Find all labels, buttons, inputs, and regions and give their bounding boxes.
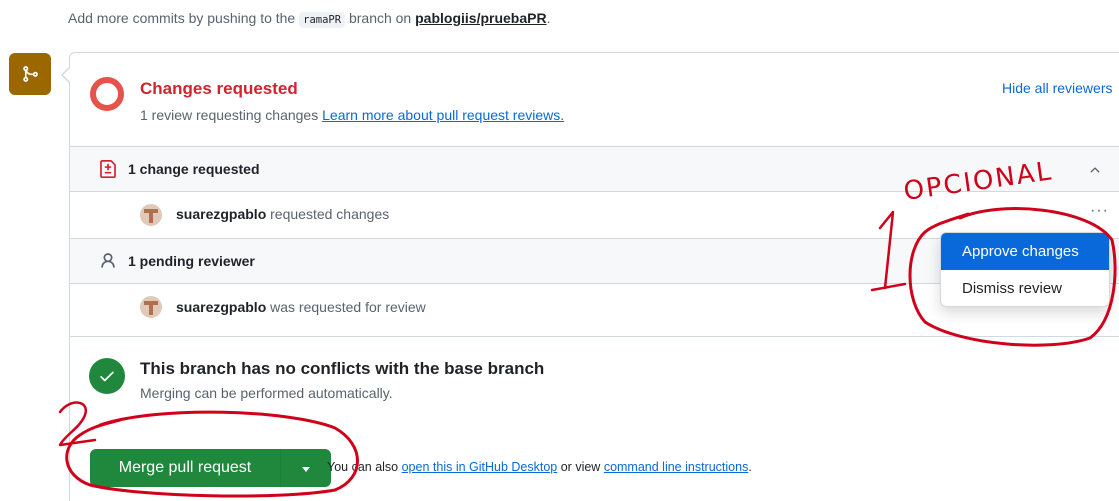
changes-requested-section-header[interactable]: 1 change requested [70,146,1119,191]
no-conflicts-subtitle: Merging can be performed automatically. [140,385,393,401]
also-suffix: . [748,460,752,474]
review-status-subtitle: 1 review requesting changes Learn more a… [140,107,564,123]
git-merge-icon [23,66,38,82]
repo-link[interactable]: pablogiis/pruebaPR [415,10,546,26]
or-view-text: or view [560,460,601,474]
requested-changes-reviewer-row: suarezgpablo requested changes ··· [70,191,1119,238]
reviewer-entry: suarezgpablo was requested for review [176,299,426,315]
push-hint-suffix: . [546,10,551,26]
check-circle-icon [89,358,125,394]
no-conflicts-title: This branch has no conflicts with the ba… [140,359,545,378]
push-hint-prefix: Add more commits by pushing to the [68,10,296,26]
merge-status-badge [9,53,51,95]
person-icon [101,253,115,268]
merge-alternatives: You can also open this in GitHub Desktop… [327,460,752,474]
avatar[interactable] [140,204,162,226]
approve-changes-menu-item[interactable]: Approve changes [941,233,1109,270]
pending-reviewer-count: 1 pending reviewer [128,253,255,269]
push-hint-middle: branch on [348,10,412,26]
also-prefix: You can also [327,460,399,474]
no-conflicts-section: This branch has no conflicts with the ba… [70,336,1119,430]
push-hint: Add more commits by pushing to the ramaP… [68,10,551,28]
reviewer-entry: suarezgpablo requested changes [176,206,389,222]
command-line-link[interactable]: command line instructions [604,460,749,474]
merge-pull-request-button[interactable]: Merge pull request [90,449,280,487]
hide-reviewers-link[interactable]: Hide all reviewers [1002,80,1112,96]
changes-requested-icon [90,77,124,111]
panel-pointer-fill [62,67,71,83]
merge-method-dropdown-button[interactable] [281,449,331,487]
file-diff-icon [100,160,116,178]
reviewer-action: requested changes [270,206,390,222]
triangle-down-icon [302,467,310,472]
learn-more-link[interactable]: Learn more about pull request reviews. [322,107,564,123]
kebab-horizontal-icon[interactable]: ··· [1090,202,1109,220]
changes-requested-count: 1 change requested [128,161,260,177]
check-icon [100,371,114,382]
merge-action-row: Merge pull request You can also open thi… [70,430,1119,501]
review-status-title: Changes requested [140,79,298,98]
chevron-up-icon[interactable] [1088,163,1102,177]
avatar[interactable] [140,296,162,318]
review-count-text: 1 review requesting changes [140,107,319,123]
reviewer-action: was requested for review [270,299,426,315]
branch-name: ramaPR [299,12,346,28]
reviewer-name[interactable]: suarezgpablo [176,299,266,315]
review-actions-menu: Approve changes Dismiss review [940,232,1110,307]
github-desktop-link[interactable]: open this in GitHub Desktop [402,460,558,474]
reviewer-name[interactable]: suarezgpablo [176,206,266,222]
dismiss-review-menu-item[interactable]: Dismiss review [941,270,1109,306]
merge-button-group: Merge pull request [90,449,331,487]
